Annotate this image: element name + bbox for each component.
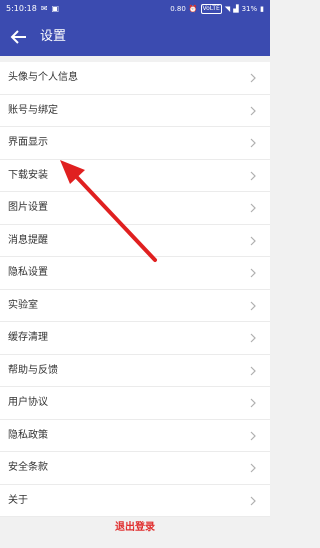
alarm-icon: ⏰	[188, 5, 198, 13]
settings-item-label: 下载安装	[8, 169, 48, 181]
settings-item-label: 实验室	[8, 299, 38, 311]
chevron-right-icon	[250, 106, 256, 115]
network-badge: VoLTE	[200, 4, 222, 14]
chevron-right-icon	[250, 138, 256, 148]
settings-item-label: 关于	[8, 494, 28, 506]
chevron-right-icon	[250, 268, 256, 278]
settings-item-display[interactable]: 界面显示	[0, 127, 270, 160]
logout-button[interactable]: 退出登录	[0, 515, 270, 541]
settings-item-label: 安全条款	[8, 462, 48, 473]
network-speed: 0.80	[170, 5, 186, 13]
status-time: 5:10:18	[6, 4, 37, 13]
settings-item-label: 消息提醒	[8, 234, 48, 246]
settings-item-label: 隐私政策	[8, 429, 48, 441]
chevron-right-icon	[250, 236, 256, 245]
battery-level: 31%	[241, 5, 258, 13]
settings-item-label: 缓存清理	[8, 332, 48, 343]
settings-item-image[interactable]: 图片设置	[0, 192, 270, 225]
signal-icon: ▟	[233, 5, 239, 13]
status-right: 0.80 ⏰ VoLTE ◥ ▟ 31% ▮	[167, 0, 264, 18]
settings-item-user-agreement[interactable]: 用户协议	[0, 387, 270, 420]
settings-list: 头像与个人信息 账号与绑定 界面显示 下载安装 图片设置 消息提醒 隐私设置 实…	[0, 62, 270, 517]
app-bar: 设置	[0, 18, 270, 56]
settings-item-download[interactable]: 下载安装	[0, 160, 270, 192]
chevron-right-icon	[250, 496, 256, 505]
chevron-right-icon	[250, 171, 256, 180]
settings-item-lab[interactable]: 实验室	[0, 290, 270, 322]
settings-item-label: 用户协议	[8, 397, 48, 408]
page-title: 设置	[40, 29, 67, 44]
chevron-right-icon	[250, 73, 256, 83]
back-button[interactable]	[6, 24, 32, 50]
message-icon: ✉	[40, 4, 48, 13]
image-icon: ▣	[51, 4, 60, 13]
chevron-right-icon	[250, 431, 256, 440]
settings-item-security-terms[interactable]: 安全条款	[0, 452, 270, 485]
settings-item-label: 界面显示	[8, 137, 48, 148]
settings-item-help[interactable]: 帮助与反馈	[0, 355, 270, 387]
settings-item-label: 头像与个人信息	[8, 72, 78, 83]
settings-item-label: 隐私设置	[8, 267, 48, 278]
settings-item-cache[interactable]: 缓存清理	[0, 322, 270, 355]
battery-icon: ▮	[260, 5, 264, 13]
chevron-right-icon	[250, 333, 256, 343]
settings-item-profile[interactable]: 头像与个人信息	[0, 62, 270, 95]
status-left: 5:10:18 ✉ ▣	[6, 0, 59, 18]
settings-item-privacy[interactable]: 隐私设置	[0, 257, 270, 290]
chevron-right-icon	[250, 463, 256, 473]
settings-item-about[interactable]: 关于	[0, 485, 270, 517]
settings-item-account[interactable]: 账号与绑定	[0, 95, 270, 127]
chevron-right-icon	[250, 203, 256, 213]
wifi-icon: ◥	[224, 5, 231, 13]
status-bar: 5:10:18 ✉ ▣ 0.80 ⏰ VoLTE ◥ ▟ 31% ▮	[0, 0, 270, 18]
settings-item-privacy-policy[interactable]: 隐私政策	[0, 420, 270, 452]
arrow-left-icon	[10, 30, 26, 44]
chevron-right-icon	[250, 398, 256, 408]
settings-item-notifications[interactable]: 消息提醒	[0, 225, 270, 257]
settings-item-label: 帮助与反馈	[8, 364, 58, 376]
chevron-right-icon	[250, 366, 256, 375]
chevron-right-icon	[250, 301, 256, 310]
settings-item-label: 账号与绑定	[8, 104, 58, 116]
settings-item-label: 图片设置	[8, 202, 48, 213]
